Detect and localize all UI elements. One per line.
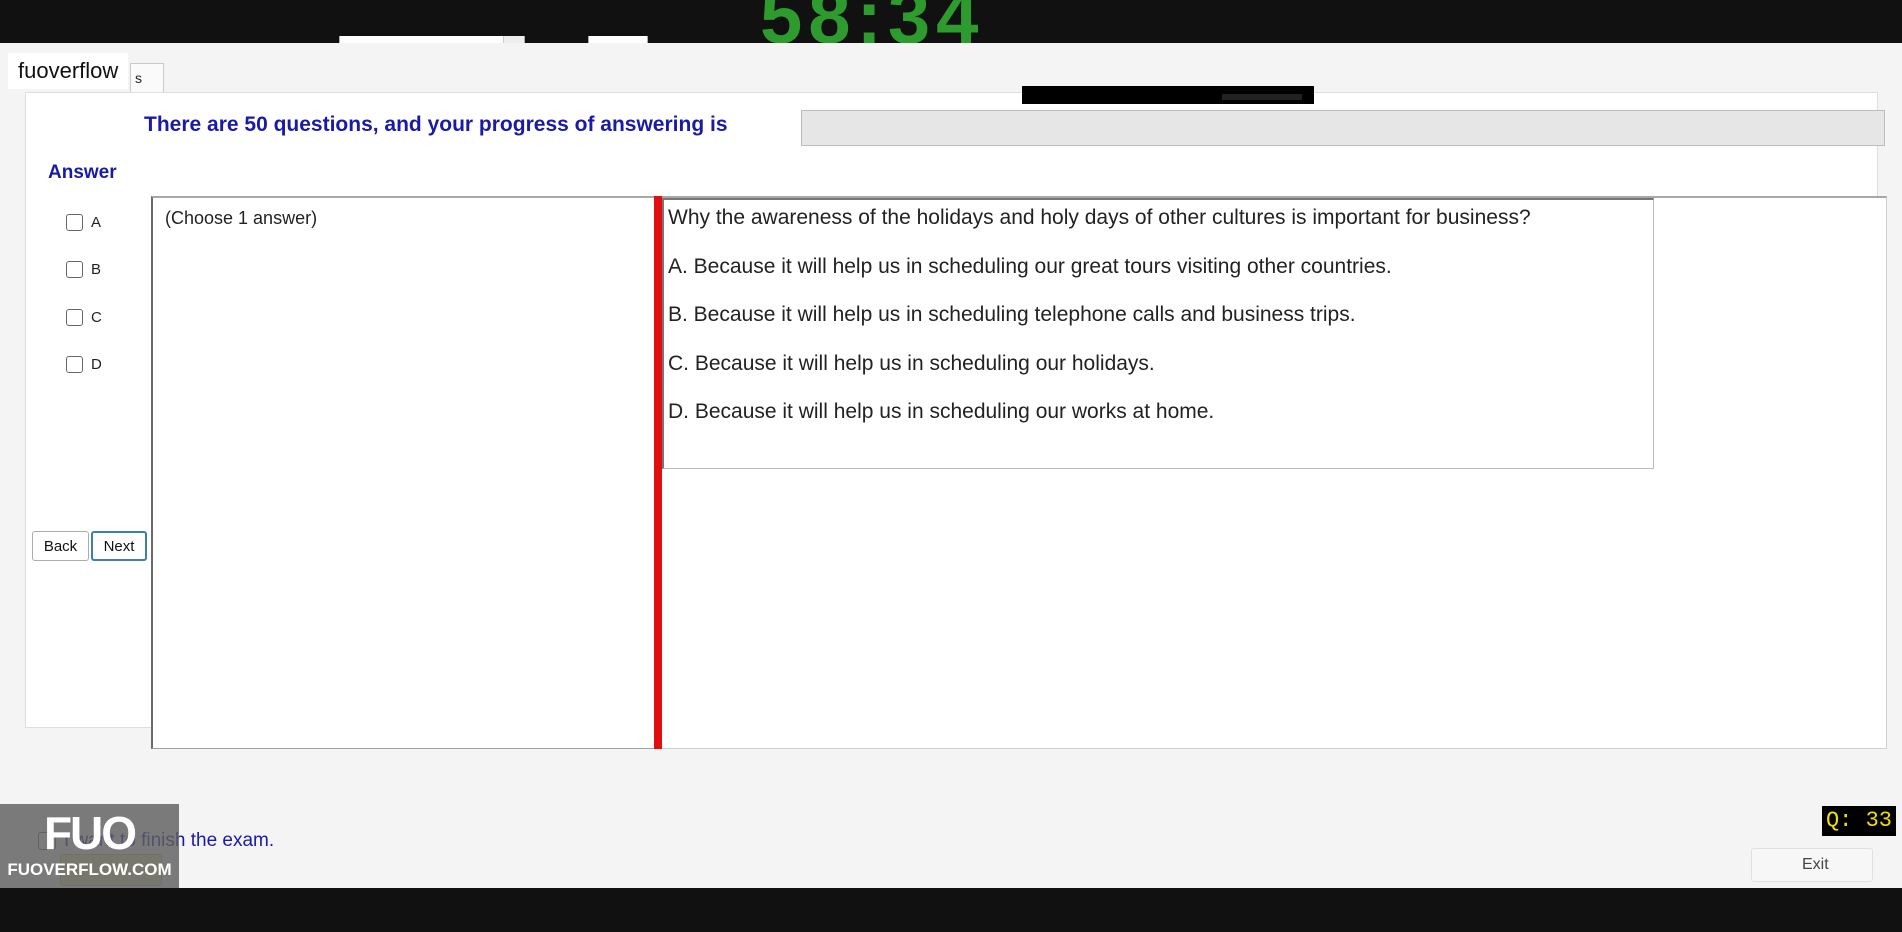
countdown-timer: 58:34 (760, 0, 985, 43)
answer-option-c: C. Because it will help us in scheduling… (668, 352, 1155, 375)
exam-window: s fuoverflow There are 50 questions, and… (0, 43, 1902, 888)
option-b-label: B (91, 260, 102, 278)
watermark-label: fuoverflow (8, 53, 129, 89)
option-c-label: C (91, 308, 102, 326)
checkbox-b[interactable] (66, 260, 83, 278)
choose-hint-box: (Choose 1 answer) (151, 196, 654, 749)
tab-label: s (135, 70, 142, 86)
top-bar: 58:34 (0, 0, 1902, 43)
subject-dropdown[interactable] (339, 36, 525, 43)
font-size-stepper[interactable] (588, 36, 648, 43)
question-pane: Why the awareness of the holidays and ho… (662, 196, 1887, 749)
answer-heading: Answer (48, 162, 117, 183)
pane-splitter[interactable] (654, 196, 662, 749)
exit-label: Exit (1802, 856, 1829, 873)
tab-questions[interactable]: s (130, 63, 164, 92)
option-d-label: D (91, 355, 102, 373)
logo-mark: FUO (43, 807, 137, 859)
answer-option-b: B. Because it will help us in scheduling… (668, 303, 1356, 326)
checkbox-c[interactable] (66, 308, 83, 326)
exit-button[interactable]: Exit (1751, 848, 1873, 882)
progress-label: There are 50 questions, and your progres… (144, 113, 728, 136)
answer-option-a: A. Because it will help us in scheduling… (668, 255, 1392, 278)
back-button[interactable]: Back (32, 531, 89, 561)
next-button[interactable]: Next (91, 531, 147, 561)
option-d[interactable]: D (66, 354, 102, 374)
bottom-bar (0, 888, 1902, 932)
checkbox-d[interactable] (66, 355, 83, 373)
exam-panel: There are 50 questions, and your progres… (25, 92, 1887, 749)
question-box: Why the awareness of the holidays and ho… (662, 198, 1654, 469)
progress-bar (801, 110, 1885, 146)
option-a[interactable]: A (66, 212, 101, 232)
option-c[interactable]: C (66, 307, 102, 327)
answer-option-d: D. Because it will help us in scheduling… (668, 400, 1215, 423)
fuoverflow-logo: FUO FUOVERFLOW.COM (0, 804, 179, 888)
question-text: Why the awareness of the holidays and ho… (668, 206, 1531, 229)
logo-text: FUOVERFLOW.COM (7, 860, 172, 879)
checkbox-a[interactable] (66, 213, 83, 231)
option-b[interactable]: B (66, 259, 101, 279)
redacted-info-box (1022, 86, 1314, 104)
option-a-label: A (91, 213, 102, 231)
choose-hint: (Choose 1 answer) (165, 208, 318, 228)
question-counter: Q: 33 (1822, 806, 1896, 836)
